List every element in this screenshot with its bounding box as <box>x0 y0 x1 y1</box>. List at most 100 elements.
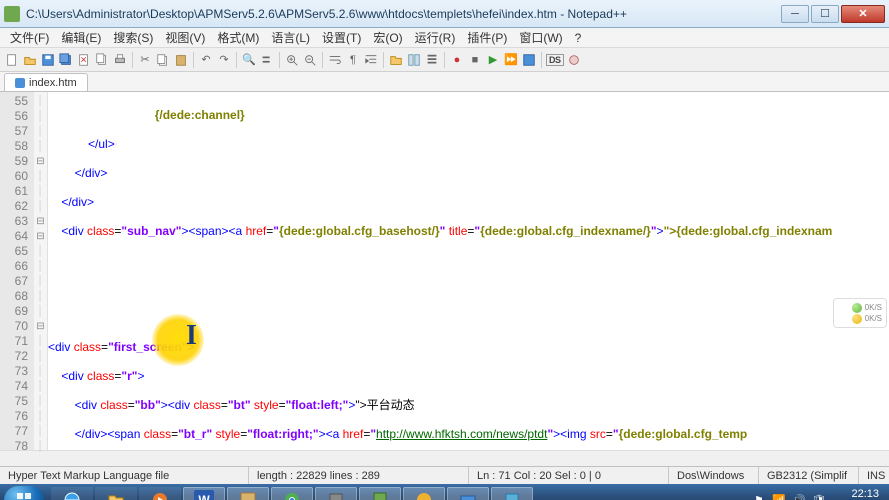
minimize-button[interactable]: ─ <box>781 5 809 23</box>
start-button[interactable] <box>4 486 44 500</box>
wordwrap-icon[interactable] <box>327 52 343 68</box>
taskbar-app4-icon[interactable] <box>447 487 489 500</box>
taskbar-app2-icon[interactable] <box>315 487 357 500</box>
toolbar-separator <box>541 52 542 68</box>
zoom-out-icon[interactable] <box>302 52 318 68</box>
folder-icon[interactable] <box>388 52 404 68</box>
undo-icon[interactable]: ↶ <box>198 52 214 68</box>
tray-flag-icon[interactable]: ⚑ <box>751 492 767 500</box>
macro-record-icon[interactable]: ● <box>449 52 465 68</box>
taskbar-notepadpp-icon[interactable] <box>359 487 401 500</box>
download-dot-icon <box>852 314 862 324</box>
code-text: {dede:global.cfg_basehost/} <box>279 224 440 238</box>
toolbar-separator <box>236 52 237 68</box>
statusbar: Hyper Text Markup Language file length :… <box>0 466 889 484</box>
code-text: {/dede:channel} <box>101 108 244 122</box>
menu-search[interactable]: 搜索(S) <box>107 29 159 46</box>
showall-icon[interactable]: ¶ <box>345 52 361 68</box>
code-url: http://www.hfktsh.com/news/ptdt <box>376 427 547 441</box>
status-eol: Dos\Windows <box>669 467 759 484</box>
line-number-gutter: 5556575859606162636465666768697071727374… <box>0 92 34 450</box>
clock-time: 22:13 <box>831 488 879 500</box>
replace-icon[interactable] <box>259 52 275 68</box>
menu-window[interactable]: 窗口(W) <box>513 29 568 46</box>
taskbar-ie-icon[interactable] <box>51 487 93 500</box>
tab-label: index.htm <box>29 77 77 89</box>
menu-edit[interactable]: 编辑(E) <box>55 29 107 46</box>
document-tabs: index.htm <box>0 72 889 92</box>
open-file-icon[interactable] <box>22 52 38 68</box>
taskbar-word-icon[interactable]: W <box>183 487 225 500</box>
menu-view[interactable]: 视图(V) <box>159 29 211 46</box>
menu-format[interactable]: 格式(M) <box>211 29 265 46</box>
taskbar-mediaplayer-icon[interactable] <box>139 487 181 500</box>
menu-run[interactable]: 运行(R) <box>409 29 462 46</box>
zoom-in-icon[interactable] <box>284 52 300 68</box>
menubar: 文件(F) 编辑(E) 搜索(S) 视图(V) 格式(M) 语言(L) 设置(T… <box>0 28 889 48</box>
app-icon <box>4 6 20 22</box>
menu-macro[interactable]: 宏(O) <box>367 29 408 46</box>
new-file-icon[interactable] <box>4 52 20 68</box>
toolbar-separator <box>279 52 280 68</box>
toolbar-separator <box>322 52 323 68</box>
upload-dot-icon <box>852 303 862 313</box>
toolbar: ✂ ↶ ↷ 🔍 ¶ ● ■ ▶ ⏩ DS <box>0 48 889 72</box>
fold-gutter[interactable]: ││││⊟│││⊟⊟│││││⊟││││││││ <box>34 92 48 450</box>
save-all-icon[interactable] <box>58 52 74 68</box>
window-titlebar: C:\Users\Administrator\Desktop\APMServ5.… <box>0 0 889 28</box>
tray-shield-icon[interactable]: 🛡 <box>811 492 827 500</box>
close-button[interactable]: ✕ <box>841 5 885 23</box>
tab-index-htm[interactable]: index.htm <box>4 73 88 91</box>
upload-speed: 0K/S <box>865 303 882 312</box>
editor-area[interactable]: 5556575859606162636465666768697071727374… <box>0 92 889 450</box>
func-list-icon[interactable] <box>424 52 440 68</box>
menu-help[interactable]: ? <box>569 31 588 45</box>
indent-icon[interactable] <box>363 52 379 68</box>
toolbar-separator <box>444 52 445 68</box>
file-type-icon <box>15 78 25 88</box>
find-icon[interactable]: 🔍 <box>241 52 257 68</box>
print-icon[interactable] <box>112 52 128 68</box>
cut-icon[interactable]: ✂ <box>137 52 153 68</box>
code-text: ">平台动态 <box>355 398 414 412</box>
toolbar-separator <box>383 52 384 68</box>
macro-play-multi-icon[interactable]: ⏩ <box>503 52 519 68</box>
macro-play-icon[interactable]: ▶ <box>485 52 501 68</box>
menu-settings[interactable]: 设置(T) <box>316 29 367 46</box>
status-language: Hyper Text Markup Language file <box>0 467 249 484</box>
tray-volume-icon[interactable]: 🔊 <box>791 492 807 500</box>
tray-network-icon[interactable]: 📶 <box>771 492 787 500</box>
taskbar-clock[interactable]: 22:13 2013/11/9 <box>831 488 879 500</box>
taskbar-explorer-icon[interactable] <box>95 487 137 500</box>
close-file-icon[interactable] <box>76 52 92 68</box>
doc-map-icon[interactable] <box>406 52 422 68</box>
code-text: ">{dede:global.cfg_indexnam <box>664 224 833 238</box>
paste-icon[interactable] <box>173 52 189 68</box>
close-all-icon[interactable] <box>94 52 110 68</box>
status-encoding: GB2312 (Simplif <box>759 467 859 484</box>
taskbar-app3-icon[interactable] <box>403 487 445 500</box>
status-length: length : 22829 lines : 289 <box>249 467 469 484</box>
horizontal-scrollbar[interactable] <box>0 450 889 466</box>
maximize-button[interactable]: ☐ <box>811 5 839 23</box>
save-icon[interactable] <box>40 52 56 68</box>
taskbar-app5-icon[interactable] <box>491 487 533 500</box>
taskbar-app1-icon[interactable] <box>227 487 269 500</box>
copy-icon[interactable] <box>155 52 171 68</box>
window-controls: ─ ☐ ✕ <box>779 5 885 23</box>
windows-taskbar: W ⚑ 📶 🔊 🛡 22:13 2013/11/9 <box>0 484 889 500</box>
status-insert-mode: INS <box>859 467 889 484</box>
code-content[interactable]: {/dede:channel} </ul> </div> </div> <div… <box>48 92 889 450</box>
macro-save-icon[interactable] <box>521 52 537 68</box>
network-speed-widget[interactable]: 0K/S 0K/S <box>833 298 887 328</box>
plugin-icon[interactable] <box>566 52 582 68</box>
redo-icon[interactable]: ↷ <box>216 52 232 68</box>
taskbar-chrome-icon[interactable] <box>271 487 313 500</box>
download-speed: 0K/S <box>865 314 882 323</box>
menu-language[interactable]: 语言(L) <box>265 29 316 46</box>
menu-file[interactable]: 文件(F) <box>4 29 55 46</box>
ds-button[interactable]: DS <box>546 54 564 66</box>
system-tray: ⚑ 📶 🔊 🛡 22:13 2013/11/9 <box>751 488 885 500</box>
menu-plugins[interactable]: 插件(P) <box>461 29 513 46</box>
macro-stop-icon[interactable]: ■ <box>467 52 483 68</box>
